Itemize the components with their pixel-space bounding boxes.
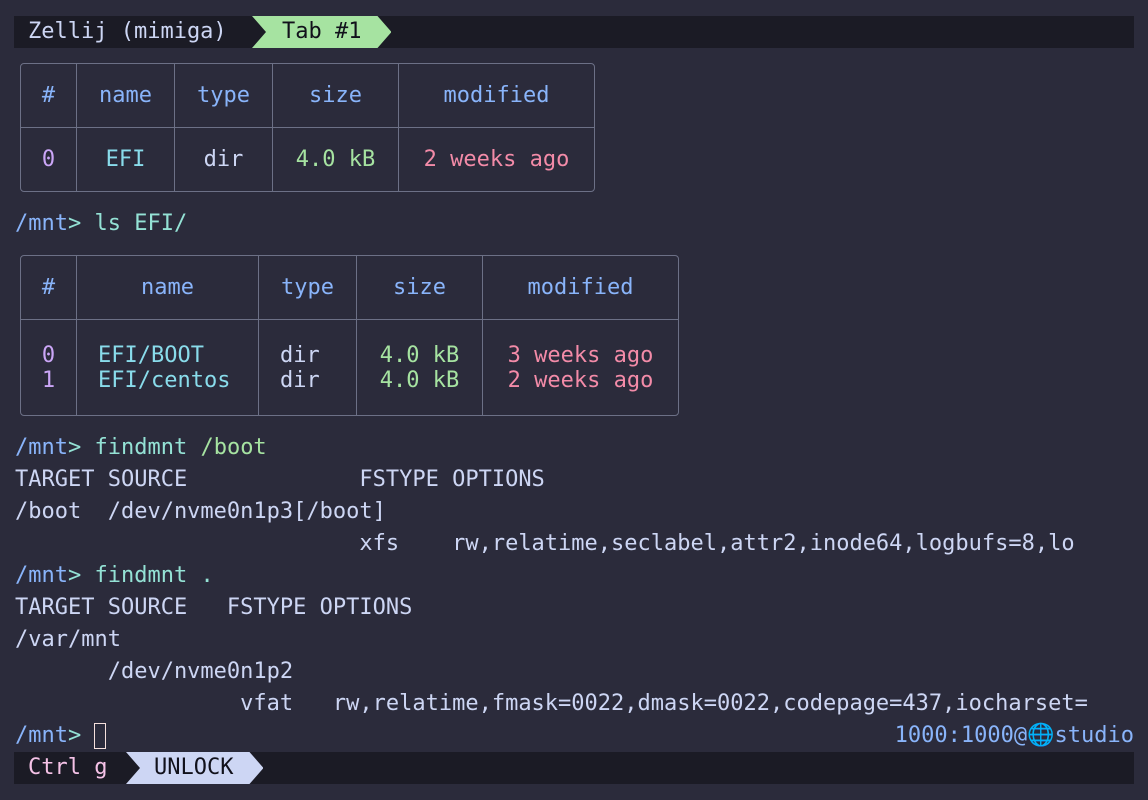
right-prompt: 1000:1000@🌐studio	[894, 723, 1134, 748]
col-header: #	[21, 256, 76, 320]
globe-icon: 🌐	[1027, 723, 1055, 748]
cell-modified: 3 weeks ago	[482, 320, 678, 368]
ls-table-2: # name type size modified 0 EFI/BOOT dir…	[20, 255, 679, 416]
cell-type: dir	[258, 368, 356, 415]
output-line: /dev/nvme0n1p2	[15, 659, 294, 684]
cell-type: dir	[258, 320, 356, 368]
col-header: #	[21, 64, 76, 128]
table-row: 1 EFI/centos dir 4.0 kB 2 weeks ago	[21, 368, 678, 415]
command-line: /mnt> ls EFI/	[15, 211, 188, 236]
cell-modified: 2 weeks ago	[482, 368, 678, 415]
cell-index: 0	[41, 147, 56, 172]
col-header: name	[76, 64, 174, 128]
output-line: vfat rw,relatime,fmask=0022,dmask=0022,c…	[15, 691, 1088, 716]
output-line: /boot /dev/nvme0n1p3[/boot]	[15, 499, 386, 524]
cell-name: EFI	[76, 128, 174, 191]
session-name: Zellij (mimiga)	[28, 19, 227, 44]
col-header: modified	[398, 64, 594, 128]
command-line: /mnt> findmnt .	[15, 563, 214, 588]
cell-size: 4.0 kB	[356, 320, 482, 368]
cell-name: EFI/BOOT	[76, 320, 258, 368]
col-header: size	[356, 256, 482, 320]
cursor	[94, 723, 107, 749]
col-header: size	[272, 64, 398, 128]
col-header: type	[258, 256, 356, 320]
output-line: TARGET SOURCE FSTYPE OPTIONS	[15, 467, 545, 492]
cell-size: 4.0 kB	[356, 368, 482, 415]
output-line: TARGET SOURCE FSTYPE OPTIONS	[15, 595, 413, 620]
cell-index: 0	[41, 343, 56, 368]
cell-size: 4.0 kB	[272, 128, 398, 191]
col-header: name	[76, 256, 258, 320]
unlock-mode-button[interactable]: UNLOCK	[126, 752, 263, 784]
input-line[interactable]: /mnt>	[15, 720, 107, 752]
table-row: 0 EFI/BOOT dir 4.0 kB 3 weeks ago	[21, 320, 678, 368]
table-row: 0 EFI dir 4.0 kB 2 weeks ago	[21, 128, 594, 191]
cell-modified: 2 weeks ago	[398, 128, 594, 191]
output-line: xfs rw,relatime,seclabel,attr2,inode64,l…	[15, 531, 1075, 556]
command-line: /mnt> findmnt /boot	[15, 435, 267, 460]
zellij-status-bar: Ctrl g UNLOCK	[14, 752, 1134, 784]
cell-type: dir	[174, 128, 272, 191]
ls-table-1: # name type size modified 0 EFI dir 4.0 …	[20, 63, 595, 192]
terminal-window: Zellij (mimiga) Tab #1 # name type size …	[0, 0, 1148, 800]
col-header: modified	[482, 256, 678, 320]
col-header: type	[174, 64, 272, 128]
tab-1[interactable]: Tab #1	[252, 16, 391, 48]
cell-index: 1	[41, 368, 56, 393]
output-line: /var/mnt	[15, 627, 121, 652]
cell-name: EFI/centos	[76, 368, 258, 415]
keybind-hint: Ctrl g	[28, 755, 108, 780]
zellij-tab-bar: Zellij (mimiga) Tab #1	[14, 16, 1134, 48]
